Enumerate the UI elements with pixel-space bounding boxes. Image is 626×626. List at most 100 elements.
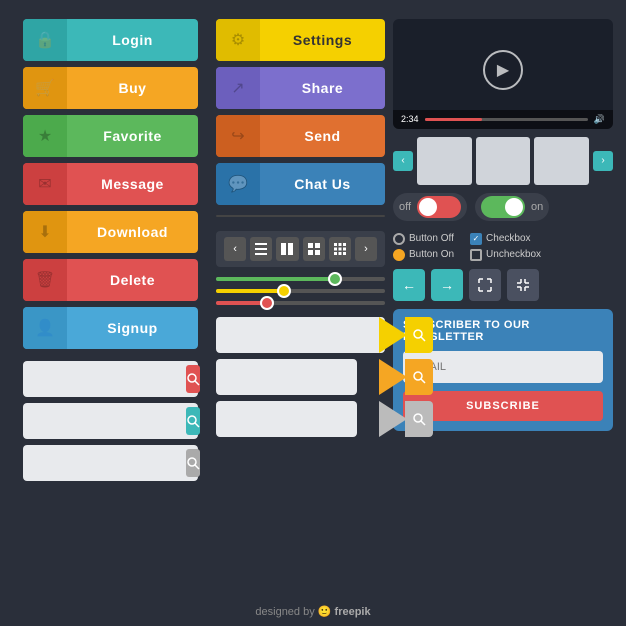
search-input-1[interactable] bbox=[31, 372, 186, 386]
checkbox-unchecked-row[interactable]: Uncheckbox bbox=[470, 249, 541, 261]
send-button[interactable]: ↪ Send bbox=[216, 115, 385, 157]
settings-label: Settings bbox=[260, 32, 385, 48]
video-controls: 2:34 🔊 bbox=[393, 110, 613, 129]
list-view-button[interactable] bbox=[250, 237, 272, 261]
play-button[interactable]: ▶ bbox=[483, 50, 523, 90]
arrow-search-input-3[interactable] bbox=[224, 412, 379, 426]
chat-icon: 💬 bbox=[216, 163, 260, 205]
favorite-button[interactable]: ★ Favorite bbox=[23, 115, 198, 157]
grid-view-button[interactable] bbox=[303, 237, 325, 261]
search-icon-3 bbox=[186, 456, 200, 470]
toggle-off[interactable] bbox=[417, 196, 461, 218]
freepik-brand: 🙂 freepik bbox=[318, 606, 371, 618]
slider-1[interactable] bbox=[216, 277, 385, 281]
collapse-icon bbox=[516, 278, 530, 292]
newsletter-title: SUBSCRIBER TO OUR NEWSLETTER bbox=[403, 319, 603, 343]
search-icon-2 bbox=[186, 414, 200, 428]
tile-view-button[interactable] bbox=[329, 237, 351, 261]
slider-3[interactable] bbox=[216, 301, 385, 305]
delete-button[interactable]: 🗑 Delete bbox=[23, 259, 198, 301]
radio-on-label: Button On bbox=[409, 249, 454, 260]
checkbox-column: ✓ Checkbox Uncheckbox bbox=[470, 233, 541, 261]
search-bar-1[interactable] bbox=[23, 361, 198, 397]
toggle-on[interactable] bbox=[481, 196, 525, 218]
search-bars-mid bbox=[216, 317, 385, 437]
delete-label: Delete bbox=[67, 272, 198, 288]
slider-section bbox=[216, 277, 385, 305]
arrow-search-bar-2[interactable] bbox=[216, 359, 357, 395]
arrow-search-btn-3[interactable] bbox=[379, 401, 407, 437]
arrow-search-icon-1 bbox=[412, 328, 426, 342]
search-bar-3[interactable] bbox=[23, 445, 198, 481]
toggle-on-group: on bbox=[475, 193, 549, 221]
arrow-search-input-1[interactable] bbox=[224, 328, 379, 342]
radio-off-circle[interactable] bbox=[393, 233, 405, 245]
search-button-3[interactable] bbox=[186, 449, 200, 477]
radio-off-row[interactable]: Button Off bbox=[393, 233, 454, 245]
nav-collapse-button[interactable] bbox=[507, 269, 539, 301]
newsletter-email-input[interactable] bbox=[403, 351, 603, 383]
nav-expand-button[interactable] bbox=[469, 269, 501, 301]
arrow-search-icon-3 bbox=[412, 412, 426, 426]
user-icon: 👤 bbox=[23, 307, 67, 349]
video-progress-bar[interactable] bbox=[425, 118, 588, 121]
arrow-search-bar-1[interactable] bbox=[216, 317, 385, 353]
cart-icon: 🛒 bbox=[23, 67, 67, 109]
checkbox-checked[interactable]: ✓ bbox=[470, 233, 482, 245]
next-view-button[interactable]: › bbox=[355, 237, 377, 261]
thumb-next-button[interactable]: › bbox=[593, 151, 613, 171]
prev-view-button[interactable]: ‹ bbox=[224, 237, 246, 261]
toggle-section: off on bbox=[393, 193, 613, 221]
share-button[interactable]: ↗ Share bbox=[216, 67, 385, 109]
message-button[interactable]: ✉ Message bbox=[23, 163, 198, 205]
columns-view-button[interactable] bbox=[276, 237, 298, 261]
chat-button[interactable]: 💬 Chat Us bbox=[216, 163, 385, 205]
search-input-2[interactable] bbox=[31, 414, 186, 428]
envelope-icon: ✉ bbox=[23, 163, 67, 205]
video-time: 2:34 bbox=[401, 114, 419, 124]
favorite-label: Favorite bbox=[67, 128, 198, 144]
search-button-2[interactable] bbox=[186, 407, 200, 435]
settings-button[interactable]: ⚙ Settings bbox=[216, 19, 385, 61]
list-icon bbox=[255, 243, 267, 255]
thumbnail-3[interactable] bbox=[534, 137, 589, 185]
buy-button[interactable]: 🛒 Buy bbox=[23, 67, 198, 109]
subscribe-button[interactable]: SUBSCRIBE bbox=[403, 391, 603, 421]
radio-on-circle[interactable] bbox=[393, 249, 405, 261]
search-input-3[interactable] bbox=[31, 456, 186, 470]
arrow-search-btn-2[interactable] bbox=[379, 359, 407, 395]
separator bbox=[216, 215, 385, 217]
signup-button[interactable]: 👤 Signup bbox=[23, 307, 198, 349]
arrow-search-input-2[interactable] bbox=[224, 370, 379, 384]
checkbox-checked-label: Checkbox bbox=[486, 233, 530, 244]
nav-next-button[interactable]: → bbox=[431, 269, 463, 301]
arrow-search-bar-3[interactable] bbox=[216, 401, 357, 437]
search-bar-2[interactable] bbox=[23, 403, 198, 439]
thumbnail-1[interactable] bbox=[417, 137, 472, 185]
download-button[interactable]: ⬇ Download bbox=[23, 211, 198, 253]
trash-icon: 🗑 bbox=[23, 259, 67, 301]
thumbnail-2[interactable] bbox=[476, 137, 531, 185]
share-label: Share bbox=[260, 80, 385, 96]
checkbox-checked-row[interactable]: ✓ Checkbox bbox=[470, 233, 541, 245]
download-label: Download bbox=[67, 224, 198, 240]
thumb-prev-button[interactable]: ‹ bbox=[393, 151, 413, 171]
tile-icon bbox=[334, 243, 346, 255]
video-player[interactable]: ▶ 2:34 🔊 bbox=[393, 19, 613, 129]
footer: designed by 🙂 freepik bbox=[255, 605, 370, 618]
search-button-1[interactable] bbox=[186, 365, 200, 393]
slider-row-3 bbox=[216, 301, 385, 305]
chat-label: Chat Us bbox=[260, 176, 385, 192]
toggle-off-label: off bbox=[399, 201, 411, 213]
login-button[interactable]: 🔒 Login bbox=[23, 19, 198, 61]
send-icon: ↪ bbox=[216, 115, 260, 157]
arrow-search-btn-1[interactable] bbox=[379, 317, 407, 353]
volume-icon[interactable]: 🔊 bbox=[594, 114, 605, 125]
nav-prev-button[interactable]: ← bbox=[393, 269, 425, 301]
slider-2[interactable] bbox=[216, 289, 385, 293]
radio-on-row[interactable]: Button On bbox=[393, 249, 454, 261]
buy-label: Buy bbox=[67, 80, 198, 96]
checkbox-unchecked[interactable] bbox=[470, 249, 482, 261]
checkbox-unchecked-label: Uncheckbox bbox=[486, 249, 541, 260]
toggle-off-knob bbox=[419, 198, 437, 216]
